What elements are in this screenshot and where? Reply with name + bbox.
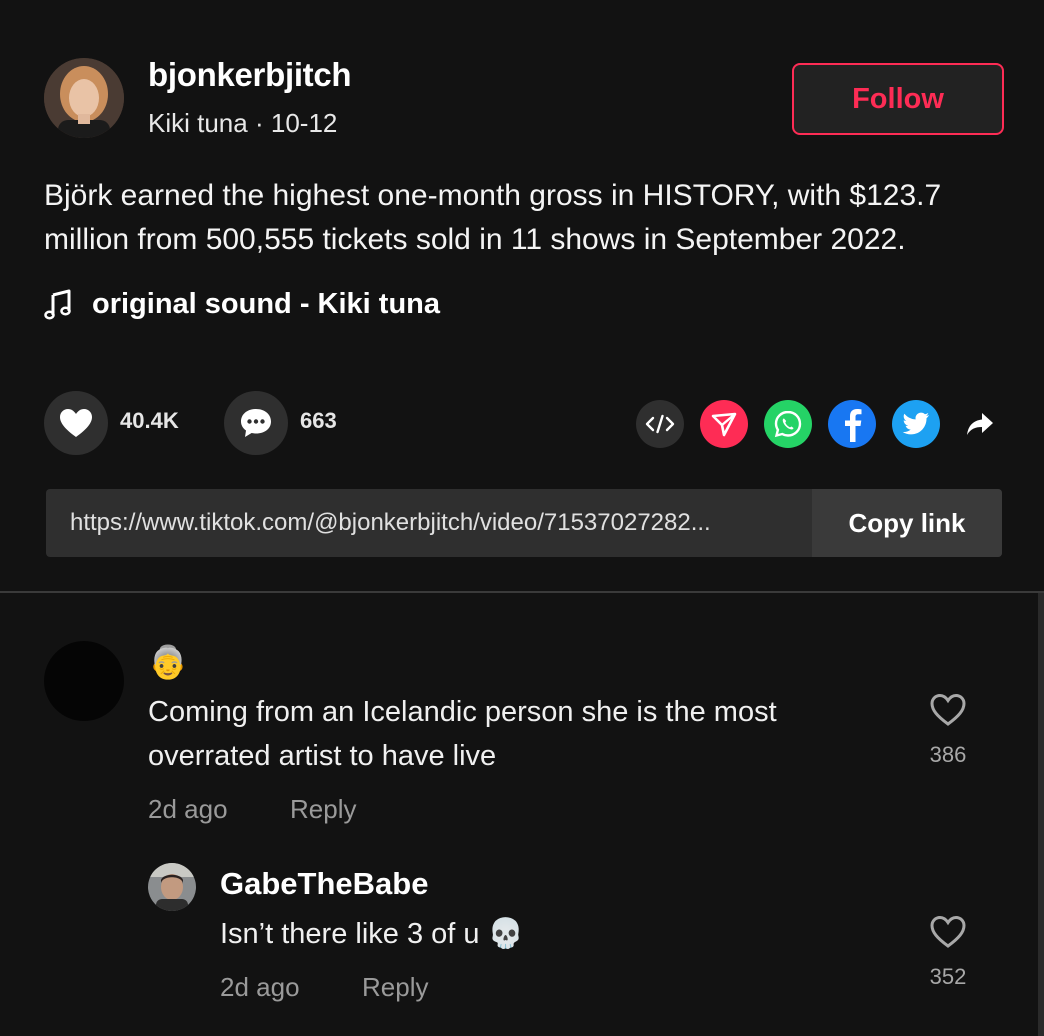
comment-text-line-2: overrated artist to have live [148,740,497,772]
share-arrow-icon[interactable] [956,400,1004,448]
sound-name: original sound - Kiki tuna [92,287,440,320]
author-display-name: Kiki tuna [148,108,248,138]
comment-button[interactable] [224,391,288,455]
commenter-avatar[interactable] [44,641,124,721]
author-subline: Kiki tuna · 10-12 [148,108,337,139]
like-button[interactable] [44,391,108,455]
comment-timestamp: 2d ago [148,794,228,824]
author-username[interactable]: bjonkerbjitch [148,56,352,94]
reply-button[interactable]: Reply [290,794,356,825]
like-count: 40.4K [120,408,179,433]
share-link-text[interactable]: https://www.tiktok.com/@bjonkerbjitch/vi… [46,489,812,557]
heart-outline-icon[interactable] [928,912,968,952]
twitter-icon[interactable] [892,400,940,448]
copy-link-button[interactable]: Copy link [812,489,1002,557]
send-icon[interactable] [700,400,748,448]
follow-button[interactable]: Follow [792,63,1004,135]
comment-count: 663 [300,408,337,433]
heart-outline-icon[interactable] [928,690,968,730]
embed-icon[interactable] [636,400,684,448]
reply-username[interactable]: GabeTheBabe [220,866,428,902]
subline-separator: · [254,108,264,138]
reply-like-count: 352 [929,964,967,989]
music-note-icon [44,289,71,320]
author-avatar[interactable] [44,58,124,138]
post-description: Björk earned the highest one-month gross… [44,179,942,256]
reply-text: Isn’t there like 3 of u 💀 [220,918,524,950]
comment-text-line-1: Coming from an Icelandic person she is t… [148,696,777,728]
scrollbar[interactable] [1038,593,1044,1036]
whatsapp-icon[interactable] [764,400,812,448]
reply-reply-button[interactable]: Reply [362,972,428,1003]
reply-avatar[interactable] [148,863,196,911]
comment-icon [241,409,271,437]
heart-icon [60,409,92,437]
post-date: 10-12 [270,108,338,138]
reply-timestamp: 2d ago [220,972,300,1002]
share-link-bar: https://www.tiktok.com/@bjonkerbjitch/vi… [46,489,1002,557]
comment-like-count: 386 [929,742,967,767]
sound-row[interactable]: original sound - Kiki tuna [44,284,440,324]
section-divider [0,591,1044,593]
commenter-emoji-name[interactable]: 👵 [148,640,188,684]
facebook-icon[interactable] [828,400,876,448]
